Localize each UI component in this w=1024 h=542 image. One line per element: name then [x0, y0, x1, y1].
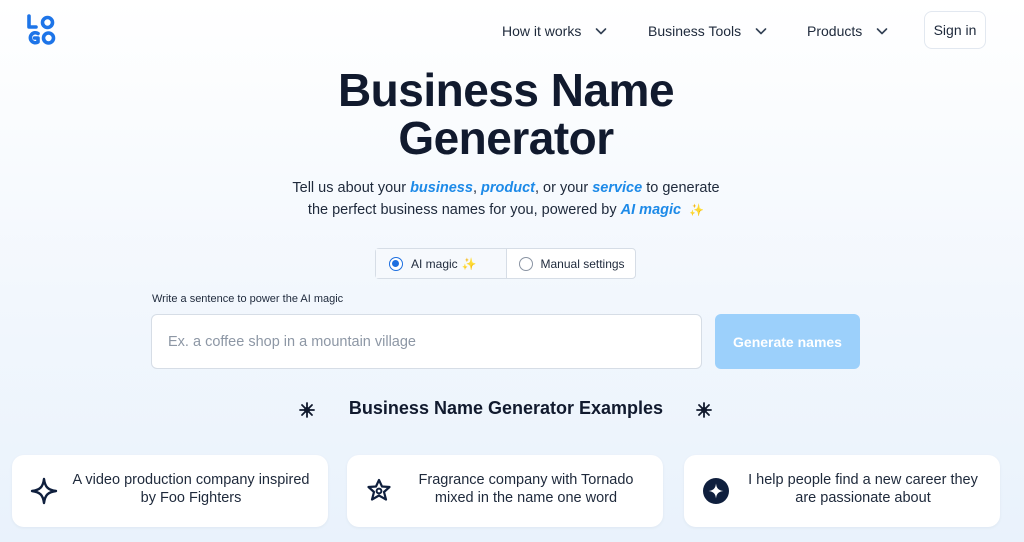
- nav-products[interactable]: Products: [807, 20, 888, 42]
- chevron-down-icon: [755, 28, 767, 35]
- star-circle-icon: [703, 478, 729, 504]
- subtitle-text: Tell us about your: [292, 180, 411, 196]
- mode-option-label: Manual settings: [540, 256, 625, 271]
- mode-toggle: AI magic ✨ Manual settings: [375, 248, 636, 279]
- site-header: How it works Business Tools Products Sig…: [0, 0, 1024, 62]
- highlight-ai-magic: AI magic: [620, 202, 682, 218]
- nav-products-label: Products: [807, 23, 863, 39]
- subtitle-text: ,: [472, 180, 481, 196]
- chevron-down-icon: [596, 28, 607, 35]
- page-title: Business Name Generator: [0, 66, 1012, 162]
- nav-business-tools[interactable]: Business Tools: [648, 20, 767, 42]
- mode-option-ai-magic[interactable]: AI magic ✨: [376, 249, 507, 278]
- example-card-text: A video production company inspired by F…: [72, 472, 310, 506]
- mode-option-manual-settings[interactable]: Manual settings: [507, 249, 636, 278]
- example-card[interactable]: A video production company inspired by F…: [12, 455, 328, 527]
- description-input[interactable]: [151, 314, 702, 369]
- chevron-down-icon: [876, 28, 888, 35]
- mode-option-label: AI magic: [411, 256, 458, 271]
- nav-business-tools-label: Business Tools: [648, 23, 742, 39]
- subtitle-text: to generate: [642, 180, 720, 196]
- radio-selected-icon[interactable]: [389, 256, 403, 271]
- example-card[interactable]: Fragrance company with Tornado mixed in …: [347, 455, 663, 527]
- subtitle-text: the perfect business names for you, powe…: [307, 202, 621, 218]
- page-title-line1: Business Name: [337, 64, 675, 116]
- description-input-label: Write a sentence to power the AI magic: [152, 293, 344, 305]
- example-card[interactable]: I help people find a new career they are…: [684, 455, 1000, 527]
- highlight-service: service: [592, 180, 643, 196]
- sparkle-icon: ✨: [461, 256, 477, 271]
- example-card-text: I help people find a new career they are…: [748, 472, 978, 506]
- generate-names-button[interactable]: Generate names: [715, 314, 860, 369]
- sparkle-outline-icon: [30, 477, 58, 505]
- radio-unselected-icon[interactable]: [518, 256, 533, 271]
- highlight-product: product: [481, 180, 535, 196]
- nav-how-it-works-label: How it works: [502, 23, 582, 39]
- page-title-line2: Generator: [398, 112, 614, 164]
- page-subtitle: Tell us about your business, product, or…: [0, 177, 1012, 221]
- logo-icon[interactable]: [26, 14, 56, 46]
- sign-in-button[interactable]: Sign in: [924, 11, 986, 49]
- starburst-icon: [696, 402, 712, 418]
- example-card-text: Fragrance company with Tornado mixed in …: [418, 472, 634, 506]
- sparkle-icon: ✨: [689, 203, 705, 217]
- highlight-business: business: [410, 180, 473, 196]
- examples-heading: Business Name Generator Examples: [348, 398, 664, 418]
- flower-star-icon: [367, 478, 391, 501]
- nav-how-it-works[interactable]: How it works: [502, 20, 607, 42]
- subtitle-text: , or your: [534, 180, 593, 196]
